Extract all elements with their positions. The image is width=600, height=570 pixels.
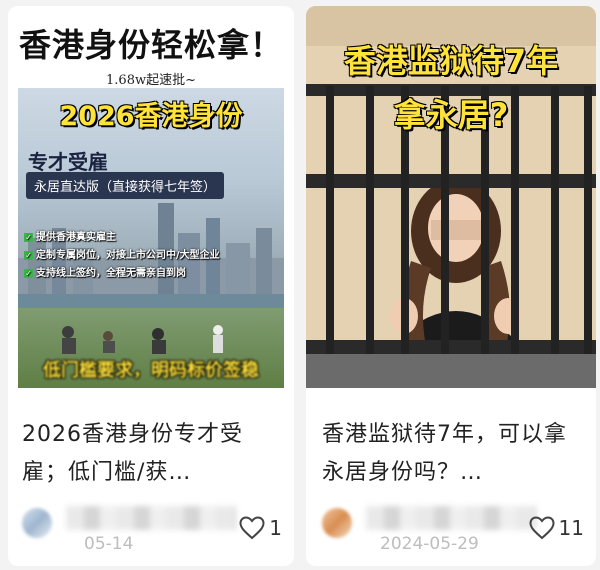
cover-title: 香港身份轻松拿！ xyxy=(18,26,283,64)
note-cover-image[interactable]: 香港身份轻松拿！ 1.68w起速批~ 2026香港身份 专才受雇 永居直达版（直… xyxy=(8,6,294,388)
cover-photo: 香港监狱待7年 拿永居? xyxy=(306,6,596,388)
check-icon: ✓ xyxy=(24,233,33,242)
check-icon: ✓ xyxy=(24,251,33,260)
note-date: 2024-05-29 xyxy=(380,534,479,554)
cover-photo: 2026香港身份 专才受雇 永居直达版（直接获得七年签） ✓ 提供香港真实雇主 ✓… xyxy=(18,88,284,388)
cover-badge: 永居直达版（直接获得七年签） xyxy=(26,172,225,199)
note-card[interactable]: 香港身份轻松拿！ 1.68w起速批~ 2026香港身份 专才受雇 永居直达版（直… xyxy=(8,6,294,566)
cover-header: 香港身份轻松拿！ 1.68w起速批~ xyxy=(8,6,294,88)
note-meta: 05-14 1 xyxy=(22,502,284,558)
note-date: 05-14 xyxy=(84,534,134,554)
cover-bullet: ✓ 支持线上签约，全程无需亲自到岗 xyxy=(24,268,186,279)
cover-headline: 香港监狱待7年 xyxy=(343,42,559,80)
note-feed: 香港身份轻松拿！ 1.68w起速批~ 2026香港身份 专才受雇 永居直达版（直… xyxy=(0,0,600,570)
like-count: 1 xyxy=(269,516,282,540)
author-name-blurred[interactable] xyxy=(66,506,236,530)
cover-subtitle: 1.68w起速批~ xyxy=(106,73,196,88)
cover-bullet: ✓ 定制专属岗位，对接上市公司中/大型企业 xyxy=(24,250,220,261)
heart-icon xyxy=(529,516,555,540)
note-meta: 2024-05-29 11 xyxy=(322,502,586,558)
avatar[interactable] xyxy=(22,508,52,538)
like-button[interactable]: 11 xyxy=(529,516,584,540)
note-cover-image[interactable]: 香港监狱待7年 拿永居? xyxy=(306,6,596,388)
note-title[interactable]: 2026香港身份专才受雇；低门槛/获… xyxy=(22,416,284,492)
author-name-blurred[interactable] xyxy=(366,506,536,530)
like-button[interactable]: 1 xyxy=(239,516,282,540)
note-title[interactable]: 香港监狱待7年，可以拿永居身份吗？… xyxy=(322,416,586,492)
note-card[interactable]: 香港监狱待7年 拿永居? 香港监狱待7年，可以拿永居身份吗？… 2024-05-… xyxy=(306,6,596,566)
people-silhouettes xyxy=(62,325,223,354)
heart-icon xyxy=(239,516,265,540)
cover-headline-line2: 拿永居? xyxy=(393,96,509,134)
check-icon: ✓ xyxy=(24,269,33,278)
cover-headline: 2026香港身份 xyxy=(59,101,243,132)
like-count: 11 xyxy=(558,516,584,540)
cover-bullet: ✓ 提供香港真实雇主 xyxy=(24,232,116,243)
cover-bottom-text: 低门槛要求，明码标价签稳 xyxy=(43,360,259,381)
cover-scheme: 专才受雇 xyxy=(28,150,108,174)
avatar[interactable] xyxy=(322,508,352,538)
